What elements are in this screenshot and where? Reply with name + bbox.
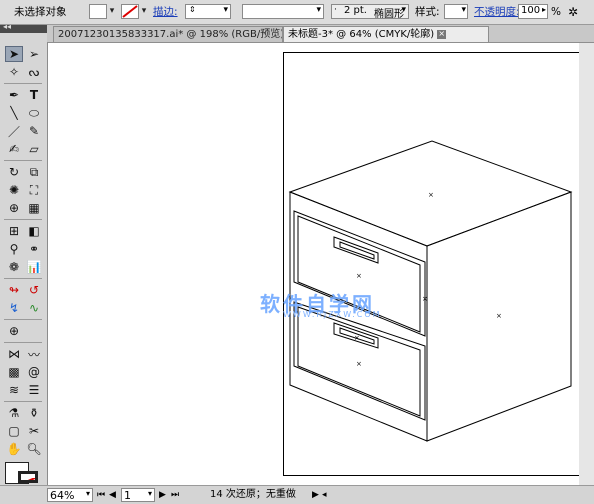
previous-page-icon[interactable]: ◀	[109, 488, 116, 502]
svg-text:×: ×	[428, 191, 434, 199]
last-page-icon[interactable]: ⏭	[171, 488, 179, 502]
vertical-scrollbar[interactable]	[579, 43, 594, 485]
next-page-icon[interactable]: ▶	[159, 488, 166, 502]
svg-text:×: ×	[356, 272, 362, 280]
svg-text:×: ×	[422, 295, 428, 303]
svg-text:×: ×	[356, 360, 362, 368]
svg-text:×: ×	[496, 312, 502, 320]
cabinet-artwork: × × × × × ×	[288, 140, 573, 442]
chevron-down-icon[interactable]: ▾	[148, 489, 152, 498]
chevron-down-icon[interactable]: ▾	[86, 489, 90, 498]
zoom-select[interactable]: 64% ▾	[47, 488, 93, 502]
status-bar: 64% ▾ ⏮ ◀ 1 ▾ ▶ ⏭ 14 次还原；无重做 ▶ ◂	[0, 485, 594, 504]
svg-text:×: ×	[354, 334, 360, 342]
status-menu-icon[interactable]: ▶	[312, 488, 319, 502]
scroll-left-icon[interactable]: ◂	[322, 488, 327, 502]
history-status: 14 次还原；无重做	[210, 489, 296, 500]
first-page-icon[interactable]: ⏮	[97, 488, 105, 502]
page-select[interactable]: 1 ▾	[121, 488, 155, 502]
watermark-url: WWW.RJZXW.COM	[283, 310, 382, 319]
